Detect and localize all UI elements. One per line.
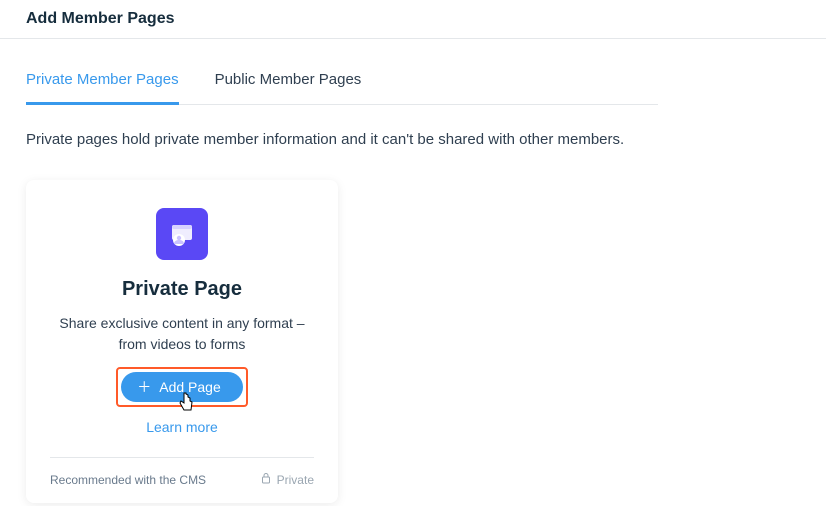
tab-public-member-pages[interactable]: Public Member Pages	[215, 59, 362, 104]
page-title: Add Member Pages	[26, 10, 800, 28]
tab-description: Private pages hold private member inform…	[26, 131, 800, 148]
add-page-highlight: ＋ Add Page	[116, 367, 248, 407]
learn-more-link[interactable]: Learn more	[146, 419, 218, 435]
card-subtitle: Share exclusive content in any format – …	[50, 313, 314, 355]
tab-label: Private Member Pages	[26, 71, 179, 88]
plus-icon: ＋	[137, 380, 151, 394]
private-page-icon	[156, 208, 208, 260]
tab-label: Public Member Pages	[215, 71, 362, 88]
content-area: Private Member Pages Public Member Pages…	[0, 59, 826, 503]
private-page-card: Private Page Share exclusive content in …	[26, 180, 338, 503]
lock-icon	[261, 472, 271, 487]
add-page-label: Add Page	[159, 379, 221, 395]
card-title: Private Page	[122, 278, 242, 301]
card-footer: Recommended with the CMS Private	[50, 457, 314, 487]
card-footer-left: Recommended with the CMS	[50, 473, 206, 487]
privacy-label: Private	[277, 473, 314, 487]
add-page-button[interactable]: ＋ Add Page	[121, 372, 243, 402]
card-footer-right: Private	[261, 472, 314, 487]
tab-bar: Private Member Pages Public Member Pages	[26, 59, 658, 105]
tab-private-member-pages[interactable]: Private Member Pages	[26, 59, 179, 105]
page-header: Add Member Pages	[0, 0, 826, 39]
